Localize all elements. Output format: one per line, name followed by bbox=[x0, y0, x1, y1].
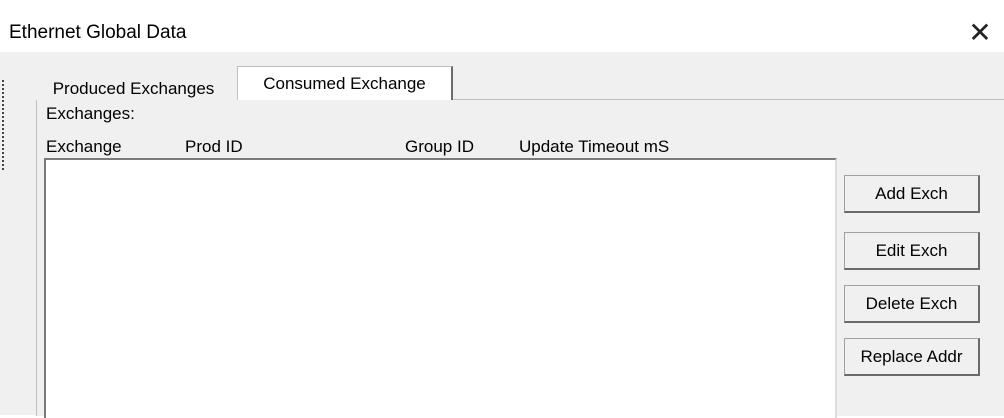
window-title: Ethernet Global Data bbox=[9, 22, 187, 43]
delete-exchange-button[interactable]: Delete Exch bbox=[844, 285, 980, 323]
tab-label: Produced Exchanges bbox=[52, 79, 215, 98]
close-button[interactable]: ✕ bbox=[960, 14, 1000, 50]
tab-label: Consumed Exchange bbox=[263, 74, 426, 93]
column-header-exchange[interactable]: Exchange bbox=[46, 137, 122, 157]
tab-consumed-exchange[interactable]: Consumed Exchange bbox=[237, 66, 453, 100]
exchanges-list[interactable] bbox=[44, 158, 837, 418]
ethernet-global-data-dialog: Ethernet Global Data ✕ Produced Exchange… bbox=[0, 0, 1004, 418]
replace-address-button[interactable]: Replace Addr bbox=[844, 338, 980, 376]
exchanges-label: Exchanges: bbox=[46, 104, 135, 123]
resize-grip bbox=[2, 80, 6, 170]
add-exchange-button[interactable]: Add Exch bbox=[844, 175, 980, 213]
edit-exchange-button[interactable]: Edit Exch bbox=[844, 232, 980, 270]
column-header-prod-id[interactable]: Prod ID bbox=[185, 137, 243, 157]
close-icon: ✕ bbox=[968, 16, 992, 48]
column-header-group-id[interactable]: Group ID bbox=[405, 137, 474, 157]
title-bar: Ethernet Global Data ✕ bbox=[0, 0, 1004, 52]
column-header-update-timeout[interactable]: Update Timeout mS bbox=[519, 137, 669, 157]
tab-produced-exchanges[interactable]: Produced Exchanges bbox=[28, 73, 239, 100]
